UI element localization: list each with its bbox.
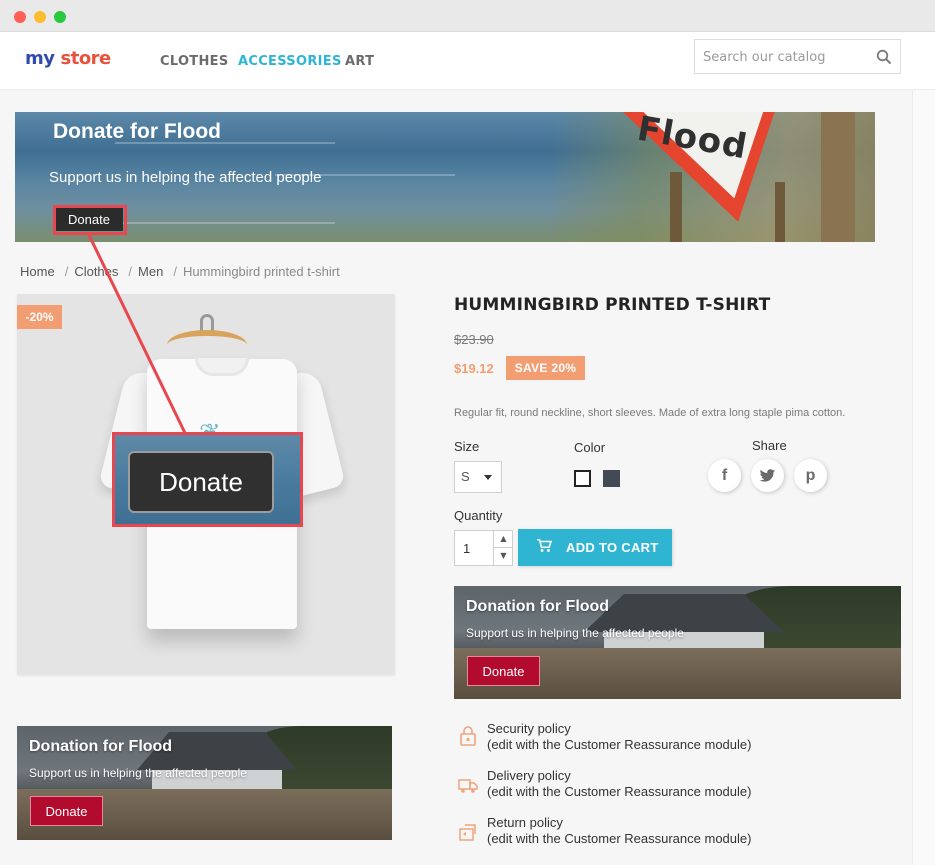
quantity-label: Quantity <box>454 508 503 523</box>
product-description: Regular fit, round neckline, short sleev… <box>454 407 846 419</box>
breadcrumb-men[interactable]: Men <box>138 264 163 279</box>
truck-icon <box>458 779 478 793</box>
quantity-decrement[interactable]: ▼ <box>493 548 513 565</box>
search-input[interactable] <box>703 47 868 67</box>
add-to-cart-label: ADD TO CART <box>566 540 659 555</box>
reassurance-detail: (edit with the Customer Reassurance modu… <box>487 737 752 752</box>
hanger-bar <box>167 330 247 360</box>
logo-my-text: my <box>25 48 55 69</box>
return-icon <box>459 824 476 841</box>
facebook-share-button[interactable]: f <box>708 459 741 492</box>
reassurance-detail: (edit with the Customer Reassurance modu… <box>487 784 752 799</box>
donate-button-zoomed[interactable]: Donate <box>128 451 274 513</box>
logo-store-text: store <box>60 48 112 69</box>
quantity-increment[interactable]: ▲ <box>493 531 513 548</box>
reassurance-title: Delivery policy <box>487 768 571 783</box>
reassurance-item-delivery: Delivery policy (edit with the Customer … <box>487 768 751 800</box>
window-titlebar <box>0 0 935 32</box>
cart-icon <box>537 539 552 552</box>
side-banner-title: Donation for Flood <box>29 738 173 755</box>
store-page: mystore CLOTHES ACCESSORIES ART Flood Do… <box>0 32 935 865</box>
nav-art[interactable]: ART <box>345 54 374 69</box>
chevron-down-icon: ▼ <box>500 551 507 560</box>
side-donation-banner: Donation for Flood Support us in helping… <box>17 726 392 840</box>
reassurance-title: Return policy <box>487 815 563 830</box>
chevron-down-icon <box>484 475 492 480</box>
size-select[interactable]: S <box>454 461 502 493</box>
search-box <box>694 39 901 74</box>
product-donation-banner: Donation for Flood Support us in helping… <box>454 586 901 699</box>
breadcrumb: Home / Clothes / Men / Hummingbird printed t-s… <box>20 264 340 279</box>
current-price: $19.12 <box>454 361 494 376</box>
facebook-icon: f <box>721 467 728 484</box>
highlight-box-small <box>53 205 127 235</box>
product-banner-title: Donation for Flood <box>466 598 610 615</box>
shield-icon <box>460 726 476 746</box>
donate-button-side[interactable]: Donate <box>30 796 103 826</box>
product-title: HUMMINGBIRD PRINTED T-SHIRT <box>454 295 771 315</box>
save-badge: SAVE 20% <box>506 356 585 380</box>
banner-title: Donate for Flood <box>53 120 221 143</box>
breadcrumb-clothes[interactable]: Clothes <box>74 264 118 279</box>
size-selected-value: S <box>461 469 470 484</box>
breadcrumb-home[interactable]: Home <box>20 264 55 279</box>
site-header: my store CLOTHES ACCESSORIES ART <box>0 32 935 90</box>
maximize-window-button[interactable] <box>54 11 66 23</box>
size-label: Size <box>454 439 480 454</box>
regular-price: $23.90 <box>454 332 494 347</box>
nav-accessories[interactable]: ACCESSORIES <box>238 54 342 69</box>
discount-badge: -20% <box>17 305 62 329</box>
quantity-input[interactable] <box>455 531 493 565</box>
store-logo[interactable]: my store <box>25 48 111 69</box>
nav-clothes[interactable]: CLOTHES <box>160 54 229 69</box>
reassurance-item-return: Return policy (edit with the Customer Re… <box>487 815 751 847</box>
top-donation-banner: Flood Donate for Flood Support us in hel… <box>15 112 875 242</box>
pinterest-share-button[interactable]: p <box>794 459 827 492</box>
side-banner-subtitle: Support us in helping the affected peopl… <box>29 766 247 780</box>
reassurance-title: Security policy <box>487 721 571 736</box>
color-label: Color <box>574 440 606 455</box>
minimize-window-button[interactable] <box>34 11 46 23</box>
color-swatch-white[interactable] <box>574 470 591 487</box>
breadcrumb-current: Hummingbird printed t-shirt <box>182 264 340 279</box>
reassurance-item-security: Security policy (edit with the Customer … <box>487 721 751 753</box>
search-icon[interactable] <box>876 49 892 65</box>
page-scrollbar[interactable] <box>912 90 935 865</box>
share-label: Share <box>752 438 787 453</box>
quantity-stepper: ▲ ▼ <box>454 530 513 566</box>
banner-subtitle: Support us in helping the affected peopl… <box>49 169 322 186</box>
twitter-icon <box>759 469 776 482</box>
close-window-button[interactable] <box>14 11 26 23</box>
add-to-cart-button[interactable]: ADD TO CART <box>518 529 672 566</box>
product-banner-subtitle: Support us in helping the affected peopl… <box>466 626 684 640</box>
twitter-share-button[interactable] <box>751 459 784 492</box>
reassurance-detail: (edit with the Customer Reassurance modu… <box>487 831 752 846</box>
color-swatch-black[interactable] <box>603 470 620 487</box>
donate-button-product[interactable]: Donate <box>467 656 540 686</box>
pinterest-icon: p <box>805 467 816 484</box>
wooden-post <box>821 112 855 242</box>
chevron-up-icon: ▲ <box>500 534 507 543</box>
